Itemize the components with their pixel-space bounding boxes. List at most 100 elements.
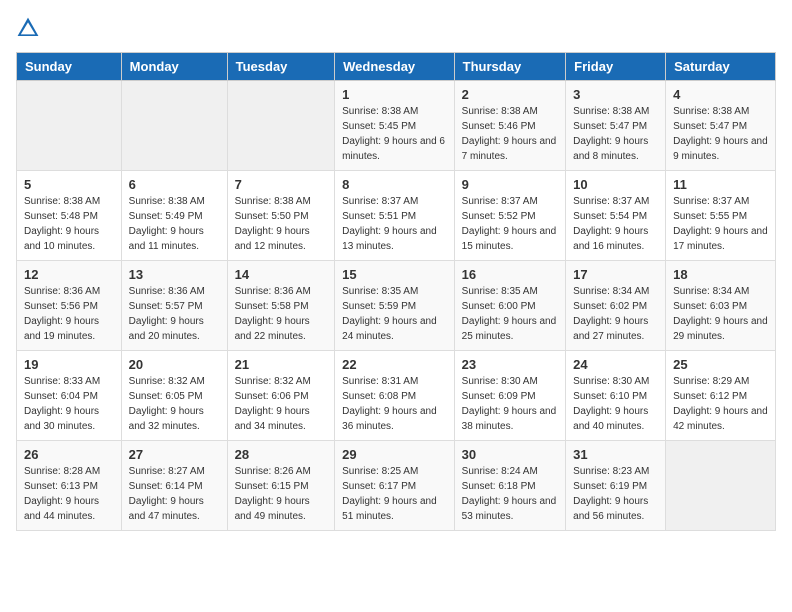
day-number: 9 [462, 177, 559, 192]
day-info: Sunrise: 8:35 AMSunset: 5:59 PMDaylight:… [342, 284, 447, 344]
day-info: Sunrise: 8:30 AMSunset: 6:10 PMDaylight:… [573, 374, 658, 434]
calendar-week-row: 12 Sunrise: 8:36 AMSunset: 5:56 PMDayligh… [17, 261, 776, 351]
calendar-cell: 9 Sunrise: 8:37 AMSunset: 5:52 PMDaylight… [454, 171, 566, 261]
page-header [16, 16, 776, 40]
day-number: 23 [462, 357, 559, 372]
day-info: Sunrise: 8:38 AMSunset: 5:49 PMDaylight:… [129, 194, 220, 254]
day-info: Sunrise: 8:38 AMSunset: 5:50 PMDaylight:… [235, 194, 328, 254]
day-info: Sunrise: 8:34 AMSunset: 6:02 PMDaylight:… [573, 284, 658, 344]
calendar-cell: 22 Sunrise: 8:31 AMSunset: 6:08 PMDayligh… [335, 351, 455, 441]
calendar-cell: 21 Sunrise: 8:32 AMSunset: 6:06 PMDayligh… [227, 351, 335, 441]
calendar-week-row: 26Sunrise: 8:28 AMSunset: 6:13 PMDayligh… [17, 441, 776, 531]
day-info: Sunrise: 8:31 AMSunset: 6:08 PMDaylight:… [342, 374, 447, 434]
calendar-cell [227, 81, 335, 171]
day-number: 29 [342, 447, 447, 462]
day-info: Sunrise: 8:37 AMSunset: 5:51 PMDaylight:… [342, 194, 447, 254]
day-number: 2 [462, 87, 559, 102]
calendar-cell: 23 Sunrise: 8:30 AMSunset: 6:09 PMDayligh… [454, 351, 566, 441]
weekday-header-monday: Monday [121, 53, 227, 81]
calendar-cell: 17 Sunrise: 8:34 AMSunset: 6:02 PMDayligh… [566, 261, 666, 351]
day-info: Sunrise: 8:27 AMSunset: 6:14 PMDaylight:… [129, 464, 220, 524]
day-info: Sunrise: 8:37 AMSunset: 5:55 PMDaylight:… [673, 194, 768, 254]
day-info: Sunrise: 8:38 AMSunset: 5:45 PMDaylight:… [342, 104, 447, 164]
day-number: 21 [235, 357, 328, 372]
calendar-cell: 6Sunrise: 8:38 AMSunset: 5:49 PMDaylight… [121, 171, 227, 261]
calendar-cell: 29Sunrise: 8:25 AMSunset: 6:17 PMDayligh… [335, 441, 455, 531]
weekday-header-saturday: Saturday [666, 53, 776, 81]
day-info: Sunrise: 8:36 AMSunset: 5:57 PMDaylight:… [129, 284, 220, 344]
calendar-cell [666, 441, 776, 531]
calendar-table: SundayMondayTuesdayWednesdayThursdayFrid… [16, 52, 776, 531]
calendar-cell: 14 Sunrise: 8:36 AMSunset: 5:58 PMDayligh… [227, 261, 335, 351]
calendar-cell: 27 Sunrise: 8:27 AMSunset: 6:14 PMDayligh… [121, 441, 227, 531]
day-info: Sunrise: 8:33 AMSunset: 6:04 PMDaylight:… [24, 374, 114, 434]
day-info: Sunrise: 8:30 AMSunset: 6:09 PMDaylight:… [462, 374, 559, 434]
day-number: 14 [235, 267, 328, 282]
weekday-header-sunday: Sunday [17, 53, 122, 81]
day-number: 8 [342, 177, 447, 192]
day-info: Sunrise: 8:24 AMSunset: 6:18 PMDaylight:… [462, 464, 559, 524]
day-number: 28 [235, 447, 328, 462]
day-number: 24 [573, 357, 658, 372]
calendar-cell: 24 Sunrise: 8:30 AMSunset: 6:10 PMDayligh… [566, 351, 666, 441]
calendar-cell: 13 Sunrise: 8:36 AMSunset: 5:57 PMDayligh… [121, 261, 227, 351]
day-number: 10 [573, 177, 658, 192]
day-info: Sunrise: 8:38 AMSunset: 5:46 PMDaylight:… [462, 104, 559, 164]
day-number: 1 [342, 87, 447, 102]
day-number: 20 [129, 357, 220, 372]
day-info: Sunrise: 8:34 AMSunset: 6:03 PMDaylight:… [673, 284, 768, 344]
day-number: 22 [342, 357, 447, 372]
day-number: 13 [129, 267, 220, 282]
calendar-cell: 20 Sunrise: 8:32 AMSunset: 6:05 PMDayligh… [121, 351, 227, 441]
calendar-cell: 30 Sunrise: 8:24 AMSunset: 6:18 PMDayligh… [454, 441, 566, 531]
day-info: Sunrise: 8:29 AMSunset: 6:12 PMDaylight:… [673, 374, 768, 434]
day-info: Sunrise: 8:37 AMSunset: 5:52 PMDaylight:… [462, 194, 559, 254]
day-number: 15 [342, 267, 447, 282]
calendar-week-row: 1 Sunrise: 8:38 AMSunset: 5:45 PMDaylight… [17, 81, 776, 171]
day-info: Sunrise: 8:38 AMSunset: 5:47 PMDaylight:… [573, 104, 658, 164]
day-number: 19 [24, 357, 114, 372]
day-info: Sunrise: 8:32 AMSunset: 6:05 PMDaylight:… [129, 374, 220, 434]
logo-icon [16, 16, 40, 40]
weekday-header-friday: Friday [566, 53, 666, 81]
day-info: Sunrise: 8:37 AMSunset: 5:54 PMDaylight:… [573, 194, 658, 254]
calendar-cell [17, 81, 122, 171]
day-number: 7 [235, 177, 328, 192]
weekday-header-row: SundayMondayTuesdayWednesdayThursdayFrid… [17, 53, 776, 81]
day-number: 3 [573, 87, 658, 102]
day-number: 17 [573, 267, 658, 282]
day-info: Sunrise: 8:38 AMSunset: 5:47 PMDaylight:… [673, 104, 768, 164]
day-info: Sunrise: 8:36 AMSunset: 5:56 PMDaylight:… [24, 284, 114, 344]
day-number: 31 [573, 447, 658, 462]
calendar-cell: 8 Sunrise: 8:37 AMSunset: 5:51 PMDaylight… [335, 171, 455, 261]
day-info: Sunrise: 8:26 AMSunset: 6:15 PMDaylight:… [235, 464, 328, 524]
calendar-week-row: 5Sunrise: 8:38 AMSunset: 5:48 PMDaylight… [17, 171, 776, 261]
day-number: 27 [129, 447, 220, 462]
day-info: Sunrise: 8:28 AMSunset: 6:13 PMDaylight:… [24, 464, 114, 524]
day-number: 25 [673, 357, 768, 372]
calendar-cell: 12 Sunrise: 8:36 AMSunset: 5:56 PMDayligh… [17, 261, 122, 351]
day-number: 12 [24, 267, 114, 282]
calendar-cell: 15 Sunrise: 8:35 AMSunset: 5:59 PMDayligh… [335, 261, 455, 351]
calendar-cell: 5Sunrise: 8:38 AMSunset: 5:48 PMDaylight… [17, 171, 122, 261]
day-number: 16 [462, 267, 559, 282]
weekday-header-tuesday: Tuesday [227, 53, 335, 81]
calendar-cell: 26Sunrise: 8:28 AMSunset: 6:13 PMDayligh… [17, 441, 122, 531]
calendar-cell: 7 Sunrise: 8:38 AMSunset: 5:50 PMDaylight… [227, 171, 335, 261]
day-info: Sunrise: 8:32 AMSunset: 6:06 PMDaylight:… [235, 374, 328, 434]
day-info: Sunrise: 8:36 AMSunset: 5:58 PMDaylight:… [235, 284, 328, 344]
day-number: 30 [462, 447, 559, 462]
day-info: Sunrise: 8:38 AMSunset: 5:48 PMDaylight:… [24, 194, 114, 254]
calendar-week-row: 19 Sunrise: 8:33 AMSunset: 6:04 PMDayligh… [17, 351, 776, 441]
day-info: Sunrise: 8:35 AMSunset: 6:00 PMDaylight:… [462, 284, 559, 344]
calendar-cell: 4Sunrise: 8:38 AMSunset: 5:47 PMDaylight… [666, 81, 776, 171]
logo [16, 16, 44, 40]
day-number: 18 [673, 267, 768, 282]
calendar-cell [121, 81, 227, 171]
weekday-header-wednesday: Wednesday [335, 53, 455, 81]
calendar-cell: 18 Sunrise: 8:34 AMSunset: 6:03 PMDayligh… [666, 261, 776, 351]
calendar-cell: 16 Sunrise: 8:35 AMSunset: 6:00 PMDayligh… [454, 261, 566, 351]
calendar-cell: 2 Sunrise: 8:38 AMSunset: 5:46 PMDaylight… [454, 81, 566, 171]
calendar-cell: 3 Sunrise: 8:38 AMSunset: 5:47 PMDaylight… [566, 81, 666, 171]
calendar-cell: 28 Sunrise: 8:26 AMSunset: 6:15 PMDayligh… [227, 441, 335, 531]
